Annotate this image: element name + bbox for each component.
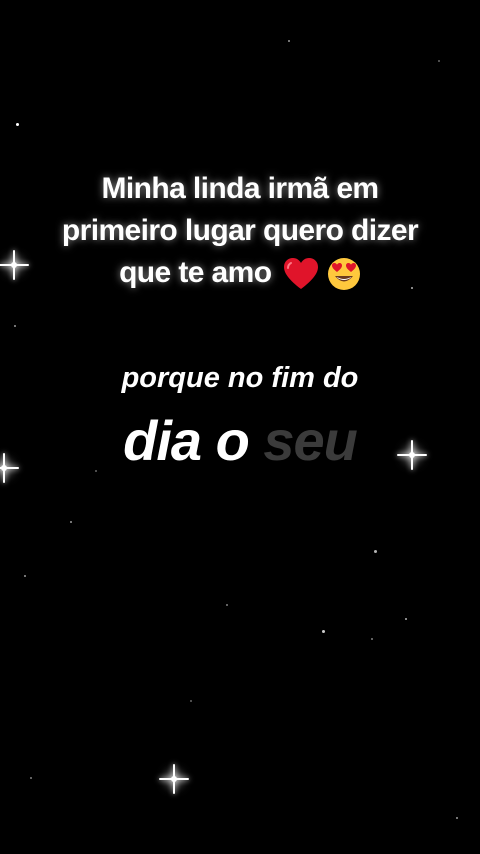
star xyxy=(322,630,325,633)
lyric-line-1: porque no fim do xyxy=(121,362,359,394)
caption-line-2: primeiro lugar quero dizer xyxy=(61,214,419,247)
lyric-line-2: dia o seu xyxy=(0,408,480,473)
star xyxy=(374,550,377,553)
lyric-upcoming-word: seu xyxy=(263,409,357,472)
heart-eyes-face-icon xyxy=(327,258,360,291)
star xyxy=(438,60,440,62)
sparkle-star xyxy=(159,764,189,794)
star xyxy=(288,40,290,42)
red-heart-icon xyxy=(284,258,319,290)
star xyxy=(70,521,72,523)
star xyxy=(14,325,16,327)
caption-line-1: Minha linda irmã em xyxy=(101,172,380,205)
star xyxy=(405,618,407,620)
caption-line-3-text: que te amo xyxy=(119,256,272,289)
star xyxy=(16,123,19,126)
star xyxy=(190,700,192,702)
star xyxy=(24,575,26,577)
star xyxy=(456,817,458,819)
caption-intro: Minha linda irmã em primeiro lugar quero… xyxy=(0,168,480,294)
star xyxy=(30,777,32,779)
caption-line-3: que te amo xyxy=(0,252,480,294)
star xyxy=(226,604,228,606)
star xyxy=(371,638,373,640)
lyric-highlighted-words: dia o xyxy=(123,409,250,472)
